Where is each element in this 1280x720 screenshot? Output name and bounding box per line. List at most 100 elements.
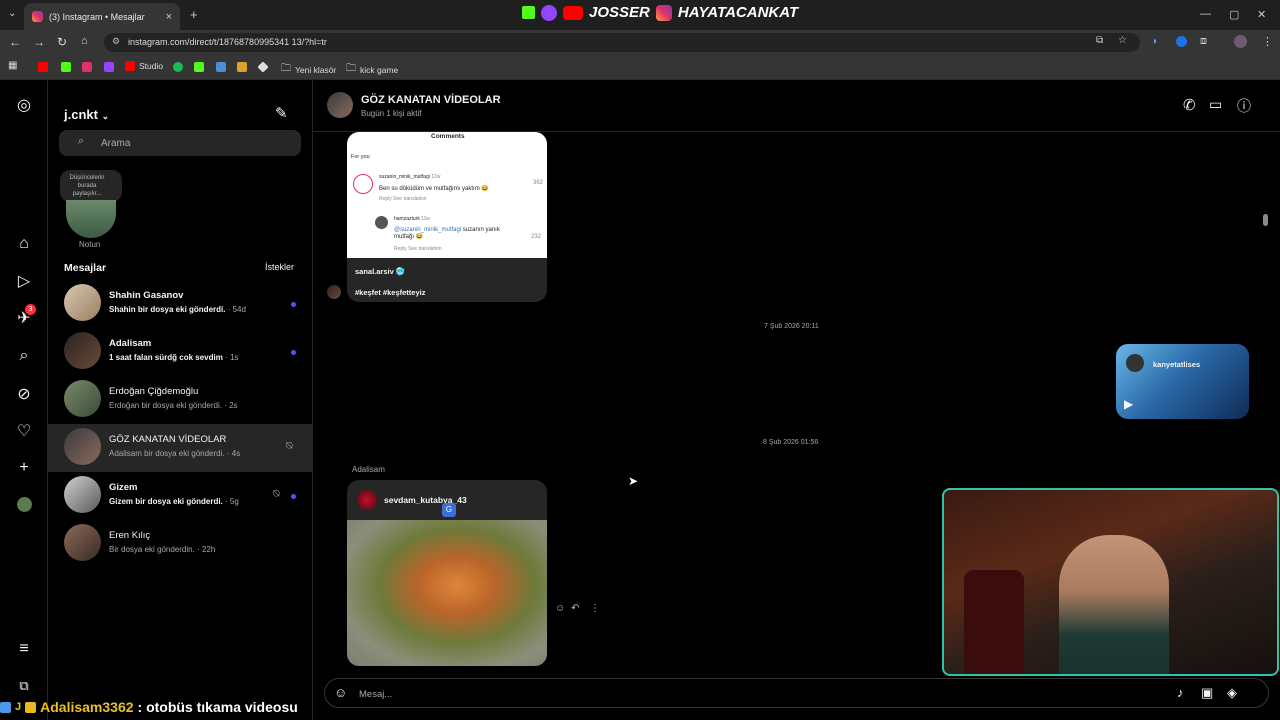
reply-icon[interactable]: ↶ xyxy=(571,603,579,614)
audio-call-icon[interactable]: ✆ xyxy=(1183,96,1196,114)
translate-icon[interactable]: G xyxy=(442,503,456,517)
shared-post-bubble[interactable]: sevdam_kutabya_43 G xyxy=(347,480,547,666)
bookmark-star-icon[interactable]: ☆ xyxy=(1118,35,1127,46)
account-switcher[interactable]: j.cnkt ⌄ xyxy=(64,107,109,122)
reels-icon: ▶ xyxy=(1124,397,1134,411)
more-menu-icon[interactable]: ≡ xyxy=(14,639,34,659)
video-call-icon[interactable]: ▭ xyxy=(1209,96,1222,113)
shared-post-bubble[interactable]: Comments For you suzanin_minik_mutfagi 1… xyxy=(347,132,547,302)
address-bar-row: ← → ↻ ⌂ ⚙ instagram.com/direct/t/1876878… xyxy=(0,30,1280,55)
profile-avatar[interactable] xyxy=(1234,35,1247,48)
group-avatar[interactable] xyxy=(327,92,353,118)
url-field[interactable]: ⚙ instagram.com/direct/t/18768780995341 … xyxy=(104,33,1140,52)
requests-link[interactable]: İstekler xyxy=(265,262,294,272)
folder-icon: 🗀 xyxy=(346,63,356,74)
kick2-bookmark-icon[interactable] xyxy=(194,62,204,72)
your-note-avatar[interactable] xyxy=(66,200,116,238)
streamer-figure xyxy=(1059,535,1169,674)
explore-icon[interactable]: ⊘ xyxy=(14,384,34,404)
messages-icon[interactable]: ✈ 3 xyxy=(14,304,36,328)
sticker-icon[interactable]: ◈ xyxy=(1227,685,1237,701)
search-placeholder: Arama xyxy=(101,138,131,149)
threads-icon[interactable]: ⧉ xyxy=(14,676,34,696)
browser-tab[interactable]: (3) Instagram • Mesajlar × xyxy=(24,3,180,30)
conversation-row[interactable]: Shahin Gasanov Shahin bir dosya eki gönd… xyxy=(48,280,313,328)
conversation-row[interactable]: Adalisam 1 saat falan sürdğ cok sevdim ·… xyxy=(48,328,313,376)
browser-menu-icon[interactable]: ⋮ xyxy=(1262,35,1273,48)
avatar xyxy=(64,524,101,561)
tab-title: (3) Instagram • Mesajlar xyxy=(49,11,145,22)
avatar xyxy=(64,428,101,465)
search-icon[interactable]: ⌕ xyxy=(14,346,34,366)
close-window-icon[interactable]: ✕ xyxy=(1257,8,1266,21)
bookmark-studio[interactable]: Studio xyxy=(125,61,163,71)
scrollbar-thumb[interactable] xyxy=(1263,214,1268,226)
spotify-bookmark-icon[interactable] xyxy=(173,62,183,72)
post-image-kitten xyxy=(347,520,547,666)
profile-avatar[interactable] xyxy=(17,497,32,512)
close-tab-icon[interactable]: × xyxy=(166,11,172,23)
apps-grid-icon[interactable]: ▦ xyxy=(8,60,17,71)
diamond-bookmark-icon[interactable] xyxy=(257,61,269,73)
emoji-icon[interactable]: ☺ xyxy=(334,685,347,700)
react-emoji-icon[interactable]: ☺ xyxy=(555,603,565,614)
minimize-icon[interactable]: — xyxy=(1200,8,1211,20)
unread-dot xyxy=(291,302,296,307)
note-bubble[interactable]: Düşüncelerin burada paylaşılır... xyxy=(60,170,122,202)
message-composer[interactable]: ☺ Mesaj... ♪ ▣ ◈ xyxy=(324,678,1269,708)
note-label: Notun xyxy=(79,240,101,249)
misc-bookmark-icon[interactable] xyxy=(237,62,247,72)
reel-username: kanyetatlises xyxy=(1153,360,1201,369)
extensions-puzzle-icon[interactable]: ⧈ xyxy=(1200,35,1207,48)
info-icon[interactable]: ⓘ xyxy=(1237,96,1251,116)
instagram-logo-icon[interactable]: ◎ xyxy=(14,95,34,115)
webcam-overlay xyxy=(942,488,1279,676)
more-options-icon[interactable]: ⋮ xyxy=(590,603,600,614)
extension-icon[interactable]: ◗ xyxy=(1152,36,1158,47)
back-icon[interactable]: ← xyxy=(9,35,21,49)
new-tab-icon[interactable]: + xyxy=(190,7,198,22)
new-message-icon[interactable]: ✎ xyxy=(275,104,288,122)
conversation-row[interactable]: Eren Kılıç Bir dosya eki gönderdin. · 22… xyxy=(48,520,313,568)
avatar xyxy=(64,332,101,369)
maximize-icon[interactable]: ▢ xyxy=(1229,8,1239,21)
search-input[interactable]: ⌕ Arama xyxy=(59,130,301,156)
chat-header: GÖZ KANATAN VİDEOLAR Bugün 1 kişi aktif … xyxy=(313,80,1280,132)
avatar xyxy=(353,174,373,194)
chat-title[interactable]: GÖZ KANATAN VİDEOLAR xyxy=(361,94,501,106)
bookmark-folder-kick[interactable]: 🗀 kick game xyxy=(346,61,398,78)
extension-blue-icon[interactable] xyxy=(1176,36,1187,47)
microphone-icon[interactable]: ♪ xyxy=(1177,685,1184,700)
bookmark-folder-yeni[interactable]: 🗀 Yeni klasör xyxy=(281,61,336,78)
shared-reel-thumbnail[interactable]: kanyetatlises ▶ xyxy=(1116,344,1249,419)
avatar xyxy=(1126,354,1144,372)
instagram-bookmark-icon[interactable] xyxy=(82,62,92,72)
search-icon: ⌕ xyxy=(78,135,85,147)
message-placeholder: Mesaj... xyxy=(359,689,393,700)
image-icon[interactable]: ▣ xyxy=(1201,685,1213,701)
twitch-bookmark-icon[interactable] xyxy=(104,62,114,72)
site-info-icon[interactable]: ⚙ xyxy=(112,36,120,47)
forward-icon[interactable]: → xyxy=(33,35,45,49)
sender-avatar[interactable] xyxy=(327,285,341,299)
tab-search-icon[interactable]: ⌄ xyxy=(8,8,16,19)
conversation-row-selected[interactable]: GÖZ KANATAN VİDEOLAR Adalisam bir dosya … xyxy=(48,424,313,472)
notifications-heart-icon[interactable]: ♡ xyxy=(14,421,34,441)
conversation-row[interactable]: Erdoğan Çiğdemoğlu Erdoğan bir dosya eki… xyxy=(48,376,313,424)
home-icon[interactable]: ⌂ xyxy=(81,35,88,47)
home-icon[interactable]: ⌂ xyxy=(14,234,34,254)
avatar xyxy=(64,284,101,321)
youtube-bookmark-icon[interactable] xyxy=(38,62,48,72)
date-separator: 7 Şub 2026 20:11 xyxy=(764,323,819,330)
tool-bookmark-icon[interactable] xyxy=(216,62,226,72)
install-app-icon[interactable]: ⧉ xyxy=(1096,35,1103,46)
badge-icon xyxy=(0,701,11,713)
instagram-icon xyxy=(655,4,672,21)
post-screenshot: Comments For you suzanin_minik_mutfagi 1… xyxy=(347,132,547,258)
kick-bookmark-icon[interactable] xyxy=(61,62,71,72)
create-icon[interactable]: + xyxy=(14,458,34,478)
reels-icon[interactable]: ▷ xyxy=(14,271,34,291)
conversation-row[interactable]: Gizem Gizem bir dosya eki gönderdi. · 5g… xyxy=(48,472,313,520)
reload-icon[interactable]: ↻ xyxy=(57,35,67,49)
chat-message: : otobüs tıkama videosu xyxy=(137,699,298,715)
